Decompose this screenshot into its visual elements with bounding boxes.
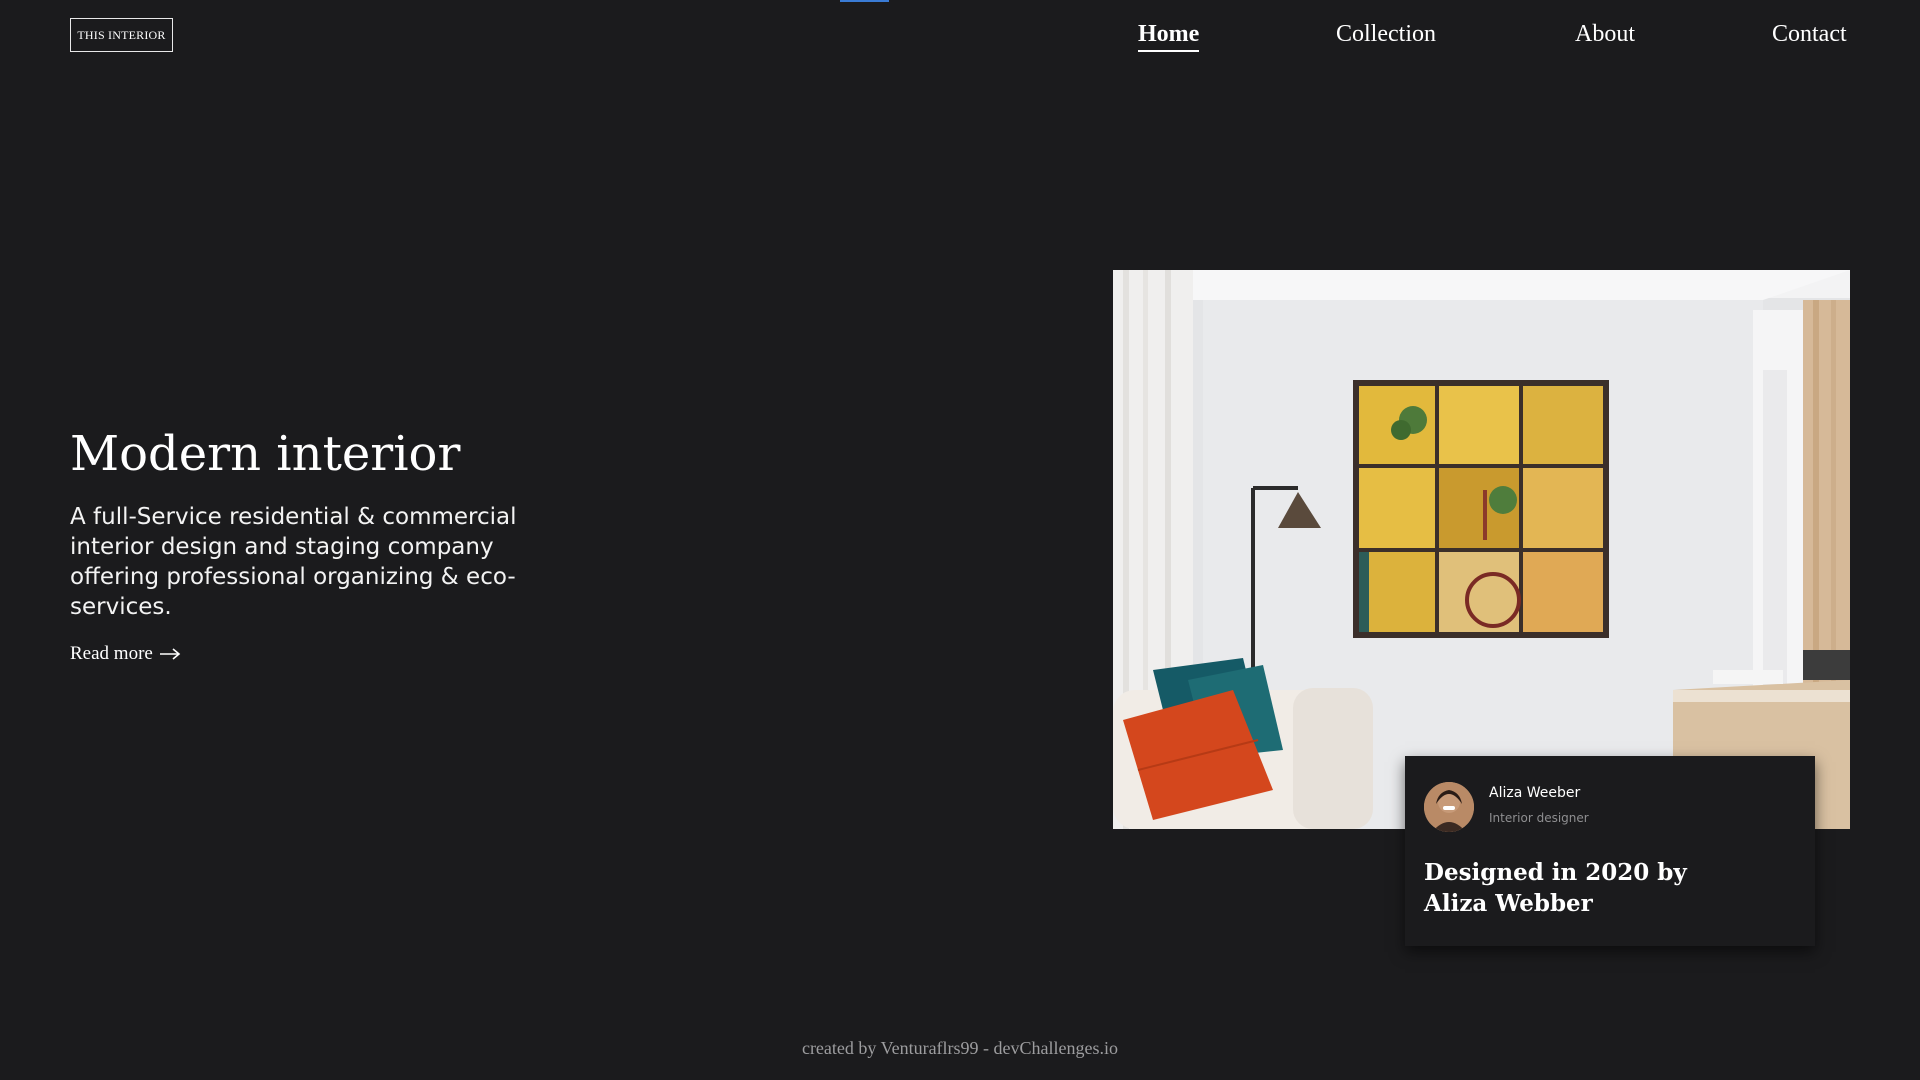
top-accent-bar xyxy=(840,0,889,2)
page: THIS INTERIOR Home Collection About Cont… xyxy=(0,0,1920,1080)
hero-title: Modern interior xyxy=(70,426,461,482)
read-more-label: Read more xyxy=(70,643,153,664)
living-room-photo xyxy=(1113,270,1850,829)
footer-credit: created by Venturaflrs99 - devChallenges… xyxy=(801,1038,1119,1058)
designer-avatar xyxy=(1424,782,1474,832)
main-nav: Home Collection About Contact xyxy=(0,18,1920,52)
nav-item-collection[interactable]: Collection xyxy=(1336,18,1436,50)
nav-item-about[interactable]: About xyxy=(1575,18,1635,50)
designer-role: Interior designer xyxy=(1489,811,1589,825)
nav-item-contact[interactable]: Contact xyxy=(1772,18,1847,50)
nav-item-home[interactable]: Home xyxy=(1138,18,1200,52)
designer-name: Aliza Weeber xyxy=(1489,785,1581,801)
arrow-right-icon xyxy=(159,648,181,660)
card-title: Designed in 2020 by Aliza Webber xyxy=(1424,859,1687,917)
read-more-link[interactable]: Read more xyxy=(70,643,181,665)
hero-description: A full-Service residential & commercial … xyxy=(70,504,517,620)
designer-card[interactable]: Aliza Weeber Interior designer Designed … xyxy=(1405,756,1815,946)
